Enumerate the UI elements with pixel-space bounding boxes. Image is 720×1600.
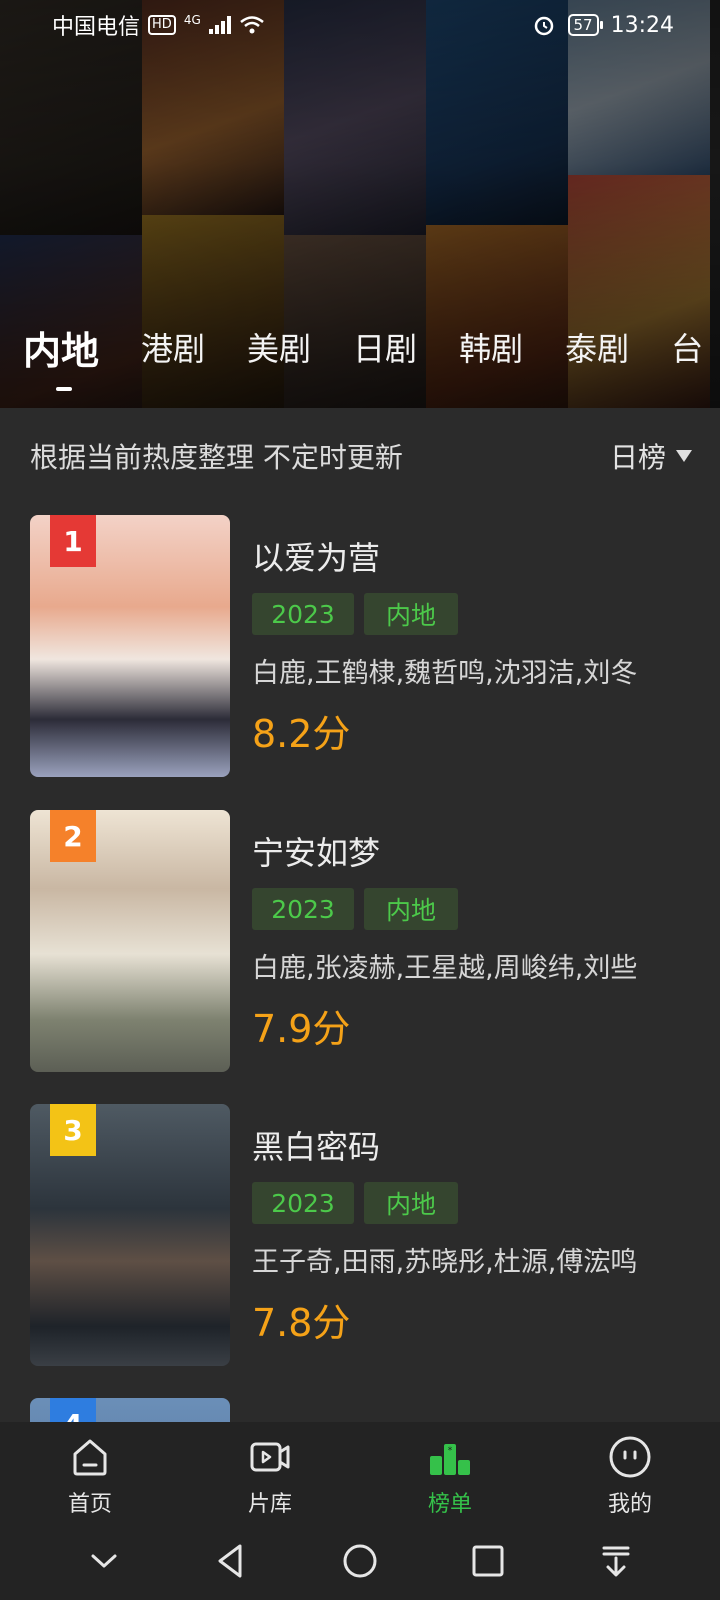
- item-title[interactable]: 黑白密码: [252, 1122, 700, 1166]
- notification-pull-icon[interactable]: [594, 1539, 638, 1583]
- poster-image[interactable]: 3: [30, 1104, 230, 1366]
- system-navigation: [0, 1522, 720, 1600]
- year-tag: 2023: [252, 888, 354, 930]
- rank-badge: 4: [50, 1398, 96, 1422]
- tab-mainland[interactable]: 内地: [23, 320, 99, 391]
- signal-icon: [208, 16, 231, 34]
- ranking-icon: *: [430, 1444, 470, 1475]
- chevron-down-icon[interactable]: [82, 1539, 126, 1583]
- category-tabs: 内地 港剧 美剧 日剧 韩剧 泰剧 台: [0, 312, 720, 391]
- cast-list: 白鹿,王鹤棣,魏哲鸣,沈羽洁,刘冬: [252, 658, 638, 689]
- video-library-icon: [250, 1442, 290, 1472]
- caret-down-icon: [676, 450, 692, 462]
- region-tag: 内地: [364, 593, 458, 635]
- ranking-item[interactable]: 2 宁安如梦 2023 内地 白鹿,张凌赫,王星越,周峻纬,刘些 7.9分: [30, 810, 700, 1072]
- tab-japan[interactable]: 日剧: [353, 324, 417, 370]
- nav-home-label: 首页: [67, 1492, 112, 1517]
- tab-korea[interactable]: 韩剧: [459, 324, 523, 370]
- sort-dropdown[interactable]: 日榜: [610, 436, 692, 476]
- clock: 13:24: [610, 12, 674, 38]
- carrier-label: 中国电信: [52, 15, 141, 40]
- tab-thailand[interactable]: 泰剧: [565, 324, 629, 370]
- nav-ranking-label: 榜单: [427, 1492, 472, 1517]
- cast-list: 王子奇,田雨,苏晓彤,杜源,傅浤鸣: [252, 1247, 638, 1278]
- sort-label: 日榜: [609, 441, 666, 474]
- nav-profile-label: 我的: [607, 1492, 652, 1517]
- rank-badge: 1: [50, 515, 96, 567]
- network-label: 4G: [183, 13, 201, 27]
- ranking-item[interactable]: 4: [30, 1398, 700, 1422]
- nav-home[interactable]: 首页: [0, 1422, 180, 1522]
- home-icon: [73, 1439, 107, 1476]
- bottom-navigation: 首页 片库 * 榜单 我的: [0, 1422, 720, 1522]
- status-bar: 中国电信 HD 4G 57 13:24: [0, 0, 720, 50]
- back-icon[interactable]: [210, 1539, 254, 1583]
- battery-icon: 57: [567, 14, 603, 36]
- score: 7.8分: [252, 1301, 351, 1345]
- ranking-item[interactable]: 3 黑白密码 2023 内地 王子奇,田雨,苏晓彤,杜源,傅浤鸣 7.8分: [30, 1104, 700, 1366]
- recents-icon[interactable]: [466, 1539, 510, 1583]
- nav-profile[interactable]: 我的: [540, 1422, 720, 1522]
- hd-badge: HD: [148, 15, 176, 35]
- profile-icon: [609, 1436, 651, 1478]
- home-circle-icon[interactable]: [338, 1539, 382, 1583]
- year-tag: 2023: [252, 1182, 354, 1224]
- score: 7.9分: [252, 1007, 351, 1051]
- ranking-list: 根据当前热度整理 不定时更新 日榜 1 以爱为营 2023 内地 白鹿,王鹤棣,…: [0, 408, 720, 1422]
- nav-library[interactable]: 片库: [180, 1422, 360, 1522]
- update-note: 根据当前热度整理 不定时更新: [30, 441, 403, 474]
- tab-taiwan[interactable]: 台: [671, 324, 703, 370]
- region-tag: 内地: [364, 888, 458, 930]
- poster-image[interactable]: 1: [30, 515, 230, 777]
- tab-hk[interactable]: 港剧: [141, 324, 205, 370]
- alarm-icon: [534, 16, 553, 36]
- nav-library-label: 片库: [247, 1492, 292, 1517]
- svg-text:*: *: [448, 1446, 453, 1456]
- region-tag: 内地: [364, 1182, 458, 1224]
- year-tag: 2023: [252, 593, 354, 635]
- item-title[interactable]: 宁安如梦: [252, 828, 700, 872]
- score: 8.2分: [252, 712, 351, 756]
- rank-badge: 2: [50, 810, 96, 862]
- poster-image[interactable]: 2: [30, 810, 230, 1072]
- cast-list: 白鹿,张凌赫,王星越,周峻纬,刘些: [252, 953, 638, 984]
- nav-ranking[interactable]: * 榜单: [360, 1422, 540, 1522]
- list-header: 根据当前热度整理 不定时更新 日榜: [30, 436, 692, 476]
- ranking-item[interactable]: 1 以爱为营 2023 内地 白鹿,王鹤棣,魏哲鸣,沈羽洁,刘冬 8.2分: [30, 515, 700, 777]
- item-title[interactable]: 以爱为营: [252, 533, 700, 577]
- poster-image[interactable]: 4: [30, 1398, 230, 1422]
- rank-badge: 3: [50, 1104, 96, 1156]
- wifi-icon: [239, 16, 264, 34]
- tab-us[interactable]: 美剧: [247, 324, 311, 370]
